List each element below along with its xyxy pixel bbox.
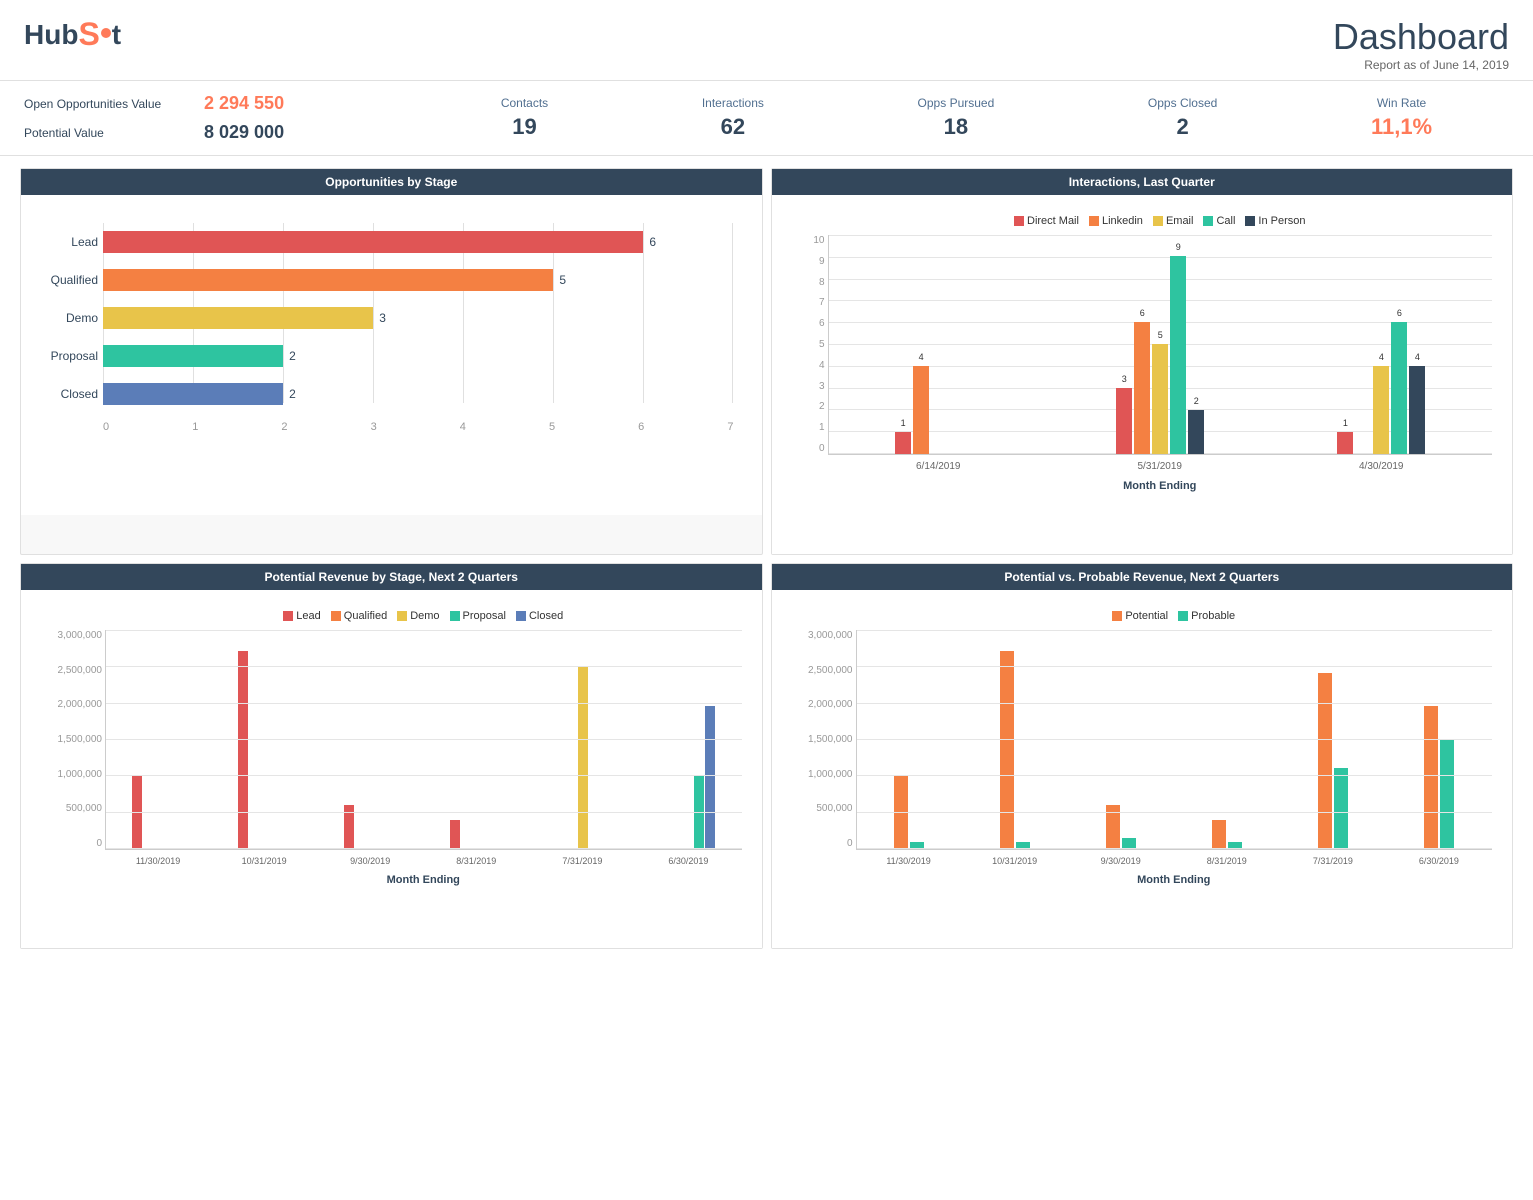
contacts-label: Contacts [501, 96, 548, 110]
opps-pursued-col: Opps Pursued 18 [918, 96, 995, 140]
chart1-area: Lead 6 Qualified 5 Demo 3 Proposal 2 Clo… [21, 195, 762, 515]
report-date: Report as of June 14, 2019 [1333, 58, 1509, 72]
interactions-value: 62 [702, 114, 764, 140]
opps-closed-col: Opps Closed 2 [1148, 96, 1217, 140]
opps-closed-value: 2 [1148, 114, 1217, 140]
chart3-area: Lead Qualified Demo Proposal Closed 3,00… [21, 590, 762, 948]
chart3-title: Potential Revenue by Stage, Next 2 Quart… [21, 564, 762, 590]
open-opp-label: Open Opportunities Value [24, 97, 204, 111]
win-rate-col: Win Rate 11,1% [1371, 96, 1432, 140]
open-opp-value: 2 294 550 [204, 93, 284, 114]
metrics-left: Open Opportunities Value 2 294 550 Poten… [24, 89, 424, 147]
chart-probable: Potential vs. Probable Revenue, Next 2 Q… [771, 563, 1514, 949]
potential-row: Potential Value 8 029 000 [24, 118, 424, 147]
potential-label: Potential Value [24, 126, 204, 140]
potential-value: 8 029 000 [204, 122, 284, 143]
win-rate-value: 11,1% [1371, 114, 1432, 140]
charts-grid: Opportunities by Stage Lead 6 Qualified … [0, 156, 1533, 961]
chart4-area: Potential Probable 3,000,0002,500,0002,0… [772, 590, 1513, 948]
open-opp-row: Open Opportunities Value 2 294 550 [24, 89, 424, 118]
chart2-title: Interactions, Last Quarter [772, 169, 1513, 195]
chart-interactions: Interactions, Last Quarter Direct Mail L… [771, 168, 1514, 555]
dashboard-title: Dashboard Report as of June 14, 2019 [1333, 16, 1509, 72]
chart2-area: Direct Mail Linkedin Email Call In Perso… [772, 195, 1513, 554]
opps-closed-label: Opps Closed [1148, 96, 1217, 110]
chart-opps-by-stage: Opportunities by Stage Lead 6 Qualified … [20, 168, 763, 555]
logo: HubSt [24, 16, 121, 53]
header: HubSt Dashboard Report as of June 14, 20… [0, 0, 1533, 80]
page-title: Dashboard [1333, 16, 1509, 58]
chart4-title: Potential vs. Probable Revenue, Next 2 Q… [772, 564, 1513, 590]
win-rate-label: Win Rate [1371, 96, 1432, 110]
opps-pursued-value: 18 [918, 114, 995, 140]
opps-pursued-label: Opps Pursued [918, 96, 995, 110]
metrics-right: Contacts 19 Interactions 62 Opps Pursued… [424, 96, 1509, 140]
contacts-col: Contacts 19 [501, 96, 548, 140]
interactions-col: Interactions 62 [702, 96, 764, 140]
interactions-label: Interactions [702, 96, 764, 110]
metrics-bar: Open Opportunities Value 2 294 550 Poten… [0, 80, 1533, 156]
contacts-value: 19 [501, 114, 548, 140]
chart-potential-revenue: Potential Revenue by Stage, Next 2 Quart… [20, 563, 763, 949]
chart1-title: Opportunities by Stage [21, 169, 762, 195]
